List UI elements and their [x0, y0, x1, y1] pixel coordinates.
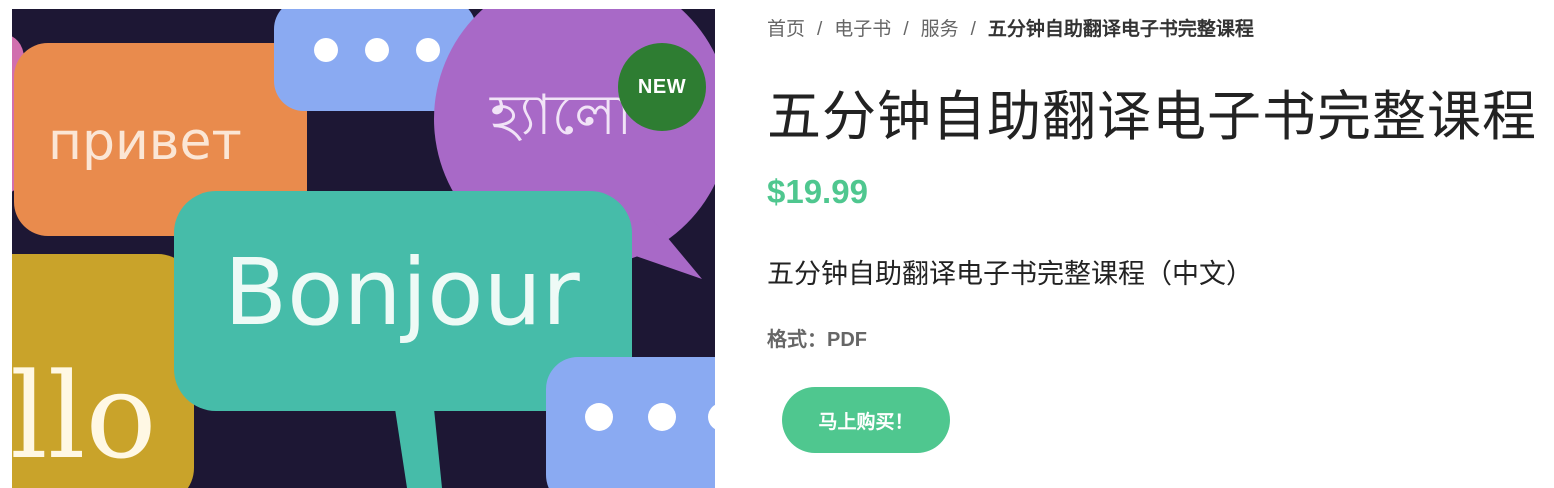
breadcrumb-ebooks-link[interactable]: 电子书	[834, 19, 891, 40]
product-format: 格式：PDF	[767, 329, 867, 351]
speech-bubbles-illustration: привет হ্যালো llo Bonjour	[12, 9, 715, 488]
breadcrumb: 首页 / 电子书 / 服务 / 五分钟自助翻译电子书完整课程	[767, 14, 1254, 41]
new-badge: NEW	[618, 43, 706, 131]
breadcrumb-home-link[interactable]: 首页	[767, 19, 805, 40]
bonjour-text: Bonjour	[224, 239, 580, 346]
product-image[interactable]: привет হ্যালো llo Bonjour NEW	[12, 9, 715, 488]
product-page: привет হ্যালো llo Bonjour NEW 首页 / 电子书 /…	[0, 0, 1554, 488]
breadcrumb-separator: /	[903, 19, 909, 40]
product-title: 五分钟自助翻译电子书完整课程	[767, 87, 1537, 147]
product-short-description: 五分钟自助翻译电子书完整课程（中文）	[767, 259, 1253, 289]
breadcrumb-separator: /	[970, 19, 976, 40]
bengali-text: হ্যালো	[489, 83, 633, 148]
product-price: $19.99	[767, 173, 868, 210]
breadcrumb-separator: /	[817, 19, 823, 40]
breadcrumb-services-link[interactable]: 服务	[921, 19, 959, 40]
russian-text: привет	[48, 112, 242, 172]
hello-fragment-text: llo	[12, 347, 157, 485]
buy-now-button[interactable]: 马上购买！	[782, 387, 950, 453]
breadcrumb-current: 五分钟自助翻译电子书完整课程	[987, 19, 1254, 40]
